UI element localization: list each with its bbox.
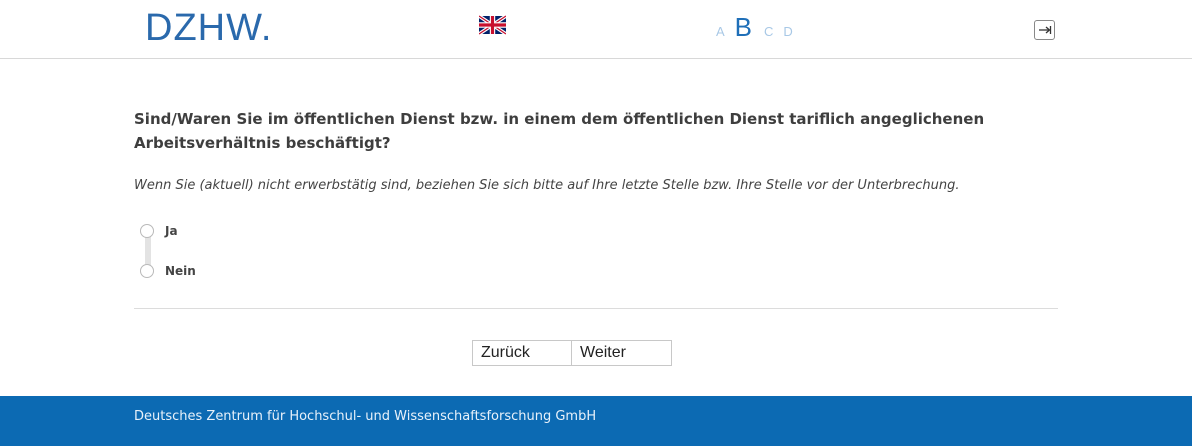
option-label-nein: Nein	[165, 264, 196, 278]
question-text: Sind/Waren Sie im öffentlichen Dienst bz…	[134, 110, 985, 152]
footer-text: Deutsches Zentrum für Hochschul- und Wis…	[134, 409, 597, 424]
radio-ja[interactable]	[140, 224, 154, 238]
progress-steps: A B C D	[716, 14, 803, 40]
option-ja[interactable]: Ja	[140, 222, 178, 240]
header: DZHW. A B C D	[0, 0, 1192, 59]
uk-flag-icon[interactable]	[478, 14, 507, 36]
step-d: D	[783, 24, 793, 39]
option-nein[interactable]: Nein	[140, 262, 196, 280]
next-button[interactable]: Weiter	[572, 340, 672, 366]
divider	[134, 308, 1058, 309]
logout-button[interactable]	[1034, 20, 1055, 40]
logout-arrow-icon	[1039, 26, 1052, 34]
navigation-buttons: Zurück Weiter	[472, 340, 672, 366]
step-a: A	[716, 24, 725, 39]
step-c: C	[764, 24, 774, 39]
step-b-current: B	[734, 12, 753, 42]
dzhw-logo: DZHW.	[145, 7, 273, 49]
back-button[interactable]: Zurück	[472, 340, 572, 366]
footer: Deutsches Zentrum für Hochschul- und Wis…	[0, 396, 1192, 446]
radio-nein[interactable]	[140, 264, 154, 278]
option-label-ja: Ja	[165, 224, 178, 238]
question-hint: Wenn Sie (aktuell) nicht erwerbstätig si…	[134, 178, 960, 193]
